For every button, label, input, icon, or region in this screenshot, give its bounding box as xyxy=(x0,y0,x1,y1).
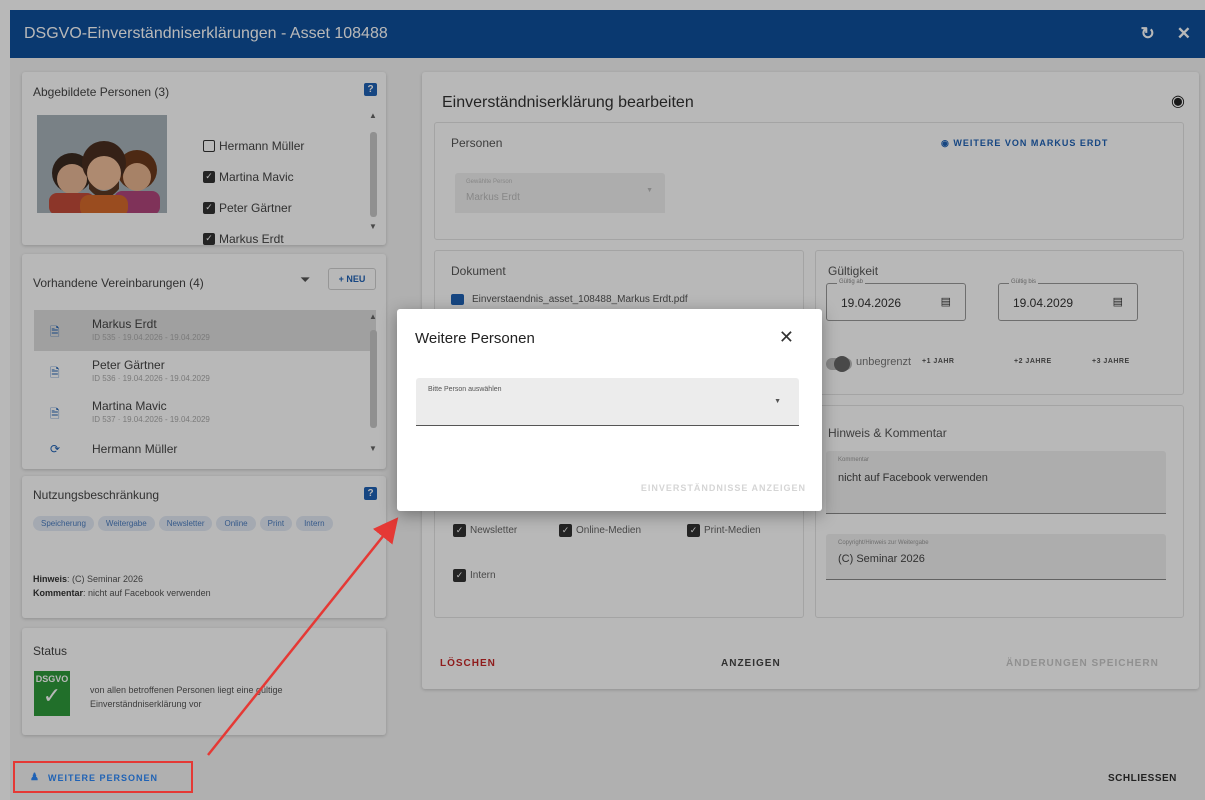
show-consents-button[interactable]: EINVERSTÄNDNISSE ANZEIGEN xyxy=(641,483,806,493)
close-dialog-button[interactable]: SCHLIESSEN xyxy=(1108,773,1177,784)
person-select-label: Bitte Person auswählen xyxy=(428,386,502,393)
people-icon: ♟ xyxy=(30,772,40,783)
more-persons-button[interactable]: ♟ WEITERE PERSONEN xyxy=(30,772,158,783)
person-select[interactable]: Bitte Person auswählen ▼ xyxy=(416,378,799,426)
chevron-down-icon: ▼ xyxy=(774,398,781,405)
more-persons-modal: Weitere Personen ✕ Bitte Person auswähle… xyxy=(397,309,822,511)
modal-title: Weitere Personen xyxy=(415,330,535,347)
close-icon[interactable]: ✕ xyxy=(779,327,794,348)
more-persons-label: WEITERE PERSONEN xyxy=(47,772,158,783)
